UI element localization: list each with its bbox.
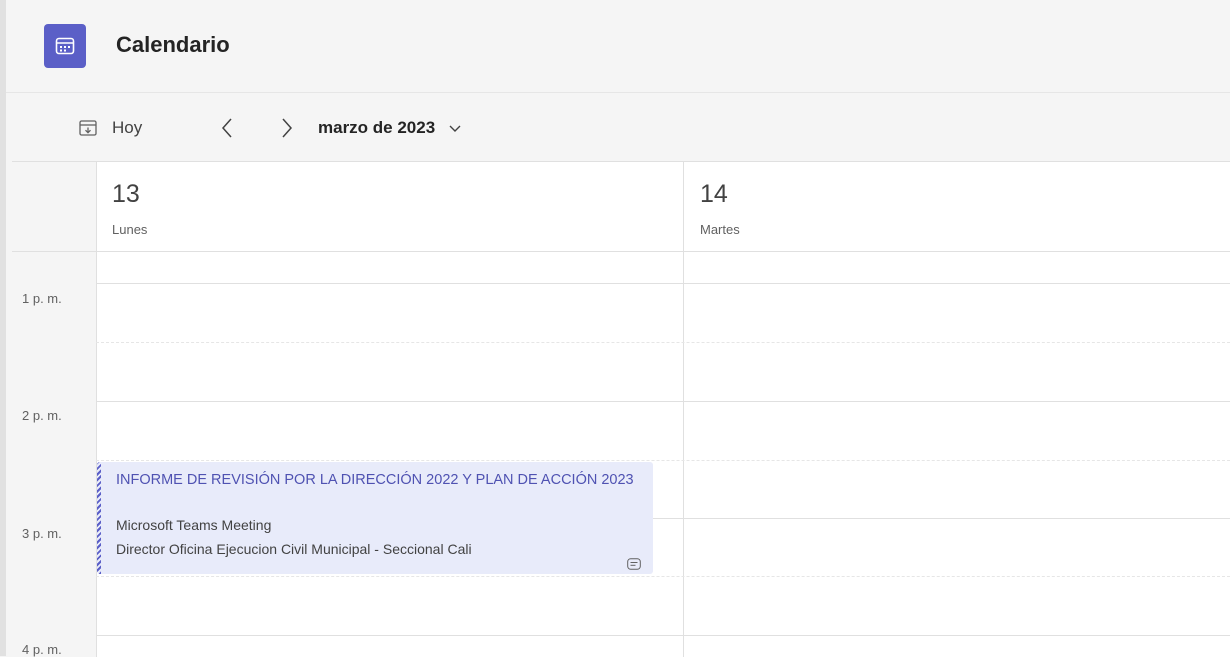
next-week-button[interactable] [274,115,298,141]
day-number: 14 [700,180,728,208]
chevron-right-icon [282,118,293,138]
previous-week-button[interactable] [216,115,240,141]
event-tentative-stripe [97,462,101,574]
calendar-event[interactable]: INFORME DE REVISIÓN POR LA DIRECCIÓN 202… [97,462,653,574]
time-label: 2 p. m. [22,408,62,423]
app-header: Calendario [6,0,1230,93]
month-label: marzo de 2023 [318,118,436,137]
time-label: 4 p. m. [22,642,62,657]
half-hour-line [96,460,1230,461]
day-name: Lunes [112,222,148,237]
event-title: INFORME DE REVISIÓN POR LA DIRECCIÓN 202… [116,472,634,488]
calendar-grid: 13 Lunes 14 Martes 1 p. m. 2 p. m. 3 p. … [12,161,1230,657]
month-picker[interactable]: marzo de 2023 [318,115,463,141]
hour-line [96,401,1230,402]
time-label: 3 p. m. [22,526,62,541]
half-hour-line [96,342,1230,343]
calendar-icon [44,24,86,68]
half-hour-line [96,576,1230,577]
day-number: 13 [112,180,140,208]
calendar-toolbar: Hoy marzo de 2023 [6,93,1230,161]
chat-icon[interactable] [627,558,641,570]
today-label: Hoy [112,118,143,137]
chevron-left-icon [221,118,232,138]
header-divider [12,251,1230,252]
day-header-monday[interactable]: 13 Lunes [96,162,683,251]
chevron-down-icon [449,125,461,132]
event-location: Microsoft Teams Meeting [116,517,272,533]
day-header-tuesday[interactable]: 14 Martes [684,162,1230,251]
hour-line [96,635,1230,636]
page-title: Calendario [116,32,230,57]
calendar-today-icon [79,120,97,136]
time-label: 1 p. m. [22,291,62,306]
today-button[interactable]: Hoy [78,115,142,141]
event-organizer: Director Oficina Ejecucion Civil Municip… [116,541,472,557]
day-name: Martes [700,222,740,237]
hour-line [96,283,1230,284]
